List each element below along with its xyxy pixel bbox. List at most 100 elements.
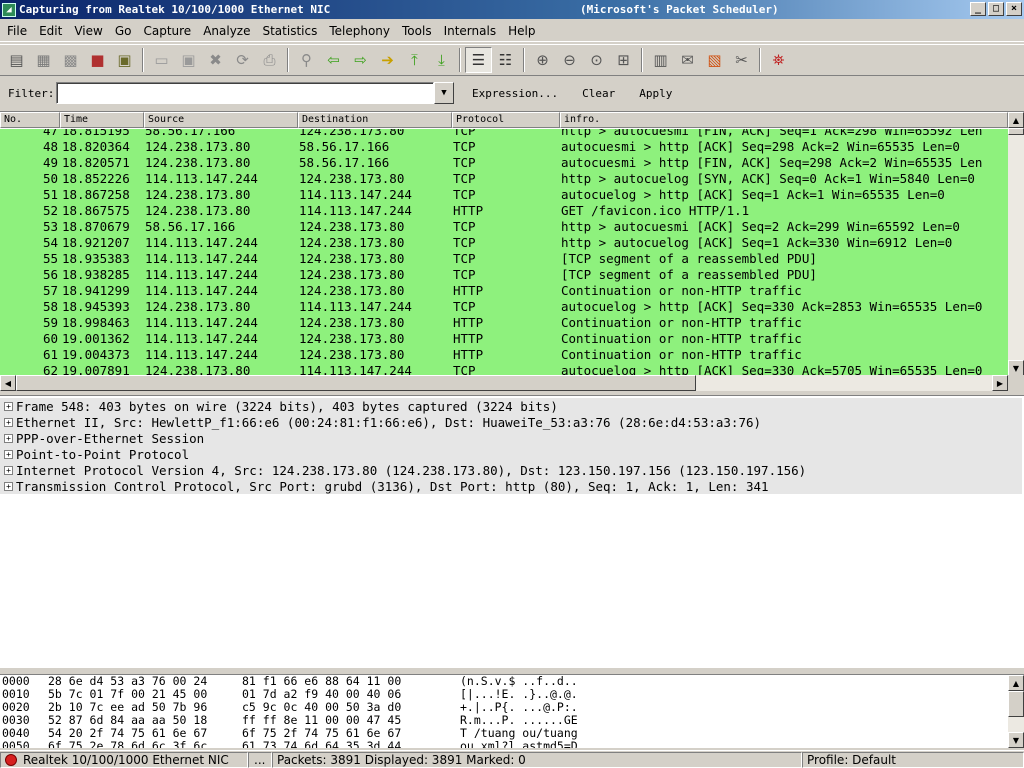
detail-tree-item[interactable]: + Frame 548: 403 bytes on wire (3224 bits… <box>0 398 1022 414</box>
menu-internals[interactable]: Internals <box>437 24 502 38</box>
column-header-time[interactable]: Time <box>60 112 144 128</box>
go-first-button[interactable]: ⤒ <box>401 47 428 73</box>
packet-row[interactable]: 59 18.998463 114.113.147.244 124.238.173.80… <box>0 315 1008 331</box>
expression-button[interactable]: Expression... <box>466 87 564 100</box>
capture-filters-button[interactable]: ▥ <box>647 47 674 73</box>
packet-row[interactable]: 57 18.941299 114.113.147.244 124.238.173.80… <box>0 283 1008 299</box>
scroll-left-button[interactable]: ◀ <box>0 375 16 391</box>
detail-tree-item[interactable]: + Point-to-Point Protocol <box>0 446 1022 462</box>
scroll-right-button[interactable]: ▶ <box>992 375 1008 391</box>
menu-telephony[interactable]: Telephony <box>322 24 395 38</box>
column-header-destination[interactable]: Destination <box>298 112 452 128</box>
column-header-info[interactable]: infro. <box>560 112 1008 128</box>
packet-row[interactable]: 53 18.870679 58.56.17.166 124.238.173.80 TCP… <box>0 219 1008 235</box>
coloring-rules-button[interactable]: ▧ <box>701 47 728 73</box>
detail-tree-item[interactable]: + Internet Protocol Version 4, Src: 124.2… <box>0 462 1022 478</box>
packet-protocol: HTTP <box>453 283 484 298</box>
minimize-button[interactable]: _ <box>970 2 986 16</box>
menu-file[interactable]: File <box>0 24 32 38</box>
open-file-button[interactable]: ▭ <box>148 47 175 73</box>
restart-capture-button[interactable]: ▣ <box>111 47 138 73</box>
save-file-button[interactable]: ▣ <box>175 47 202 73</box>
close-file-button[interactable]: ✖ <box>202 47 229 73</box>
menu-view[interactable]: View <box>67 24 107 38</box>
scroll-thumb[interactable] <box>1008 128 1024 135</box>
menu-analyze[interactable]: Analyze <box>196 24 255 38</box>
find-packet-button[interactable]: ⚲ <box>293 47 320 73</box>
apply-button[interactable]: Apply <box>633 87 678 100</box>
expand-icon[interactable]: + <box>4 417 13 427</box>
packet-row[interactable]: 49 18.820571 124.238.173.80 58.56.17.166 TCP… <box>0 155 1008 171</box>
packet-row[interactable]: 62 19.007891 124.238.173.80 114.113.147.244… <box>0 363 1008 375</box>
packet-time: 18.941299 <box>62 283 130 298</box>
packet-row[interactable]: 48 18.820364 124.238.173.80 58.56.17.166 TCP… <box>0 139 1008 155</box>
packet-row[interactable]: 54 18.921207 114.113.147.244 124.238.173.80… <box>0 235 1008 251</box>
colorize-button[interactable]: ☰ <box>465 47 492 73</box>
detail-tree-item[interactable]: + Transmission Control Protocol, Src Port… <box>0 478 1022 494</box>
column-header-no[interactable]: No. <box>0 112 60 128</box>
packet-list-hscroll[interactable]: ◀ ▶ <box>0 375 1008 391</box>
column-header-source[interactable]: Source <box>144 112 298 128</box>
status-more-button[interactable]: ... <box>248 751 272 768</box>
preferences-button[interactable]: ✂ <box>728 47 755 73</box>
go-last-button[interactable]: ⤓ <box>428 47 455 73</box>
go-back-button[interactable]: ⇦ <box>320 47 347 73</box>
packet-row[interactable]: 61 19.004373 114.113.147.244 124.238.173.80… <box>0 347 1008 363</box>
start-capture-button[interactable]: ▩ <box>57 47 84 73</box>
packet-row[interactable]: 51 18.867258 124.238.173.80 114.113.147.244… <box>0 187 1008 203</box>
auto-scroll-button[interactable]: ☷ <box>492 47 519 73</box>
bytes-scroll-thumb[interactable] <box>1008 691 1024 717</box>
display-filters-button[interactable]: ✉ <box>674 47 701 73</box>
bytes-scroll-down-button[interactable]: ▼ <box>1008 732 1024 748</box>
go-forward-button[interactable]: ⇨ <box>347 47 374 73</box>
menu-tools[interactable]: Tools <box>395 24 437 38</box>
expand-icon[interactable]: + <box>4 465 13 475</box>
expand-icon[interactable]: + <box>4 433 13 443</box>
packet-row[interactable]: 50 18.852226 114.113.147.244 124.238.173.80… <box>0 171 1008 187</box>
bytes-vscroll[interactable]: ▲ ▼ <box>1008 675 1024 748</box>
menu-capture[interactable]: Capture <box>136 24 196 38</box>
help-button[interactable]: ⛯ <box>765 47 792 73</box>
packet-time: 18.935383 <box>62 251 130 266</box>
expand-icon[interactable]: + <box>4 449 13 459</box>
expand-icon[interactable]: + <box>4 481 13 491</box>
packet-row[interactable]: 58 18.945393 124.238.173.80 114.113.147.244… <box>0 299 1008 315</box>
packet-row[interactable]: 52 18.867575 124.238.173.80 114.113.147.244… <box>0 203 1008 219</box>
zoom-out-button[interactable]: ⊖ <box>556 47 583 73</box>
packet-time: 18.921207 <box>62 235 130 250</box>
reload-button[interactable]: ⟳ <box>229 47 256 73</box>
packet-row[interactable]: 56 18.938285 114.113.147.244 124.238.173.80… <box>0 267 1008 283</box>
stop-capture-button[interactable]: ■ <box>84 47 111 73</box>
packet-row[interactable]: 55 18.935383 114.113.147.244 124.238.173.80… <box>0 251 1008 267</box>
packet-row[interactable]: 47 18.815195 58.56.17.166 124.238.173.80 TCP… <box>0 129 1008 139</box>
detail-tree-item[interactable]: + Ethernet II, Src: HewlettP_f1:66:e6 (00… <box>0 414 1022 430</box>
clear-button[interactable]: Clear <box>576 87 621 100</box>
menu-help[interactable]: Help <box>501 24 540 38</box>
detail-tree-item[interactable]: + PPP-over-Ethernet Session <box>0 430 1022 446</box>
zoom-in-button[interactable]: ⊕ <box>529 47 556 73</box>
status-profile[interactable]: Profile: Default <box>802 751 1024 768</box>
packet-row[interactable]: 60 19.001362 114.113.147.244 124.238.173.80… <box>0 331 1008 347</box>
interfaces-button[interactable]: ▤ <box>3 47 30 73</box>
filter-dropdown-button[interactable]: ▼ <box>434 82 454 104</box>
scroll-down-button[interactable]: ▼ <box>1008 360 1024 375</box>
status-interface[interactable]: Realtek 10/100/1000 Ethernet NIC <box>0 751 248 768</box>
close-button[interactable]: × <box>1006 2 1022 16</box>
menu-go[interactable]: Go <box>108 24 137 38</box>
filter-input[interactable] <box>56 82 434 104</box>
hscroll-thumb[interactable] <box>16 375 696 391</box>
scroll-up-button[interactable]: ▲ <box>1008 112 1024 128</box>
hex-row[interactable]: 0050 6f 75 2e 78 6d 6c 3f 6c 61 73 74 6d 6… <box>0 740 1024 749</box>
packet-list-vscroll[interactable]: ▲ ▼ <box>1008 112 1024 375</box>
column-header-protocol[interactable]: Protocol <box>452 112 560 128</box>
print-button[interactable]: ⎙ <box>256 47 283 73</box>
expand-icon[interactable]: + <box>4 401 13 411</box>
menu-statistics[interactable]: Statistics <box>255 24 322 38</box>
resize-columns-button[interactable]: ⊞ <box>610 47 637 73</box>
capture-options-button[interactable]: ▦ <box>30 47 57 73</box>
maximize-button[interactable]: □ <box>988 2 1004 16</box>
bytes-scroll-up-button[interactable]: ▲ <box>1008 675 1024 691</box>
menu-edit[interactable]: Edit <box>32 24 67 38</box>
zoom-normal-button[interactable]: ⊙ <box>583 47 610 73</box>
go-to-packet-button[interactable]: ➔ <box>374 47 401 73</box>
